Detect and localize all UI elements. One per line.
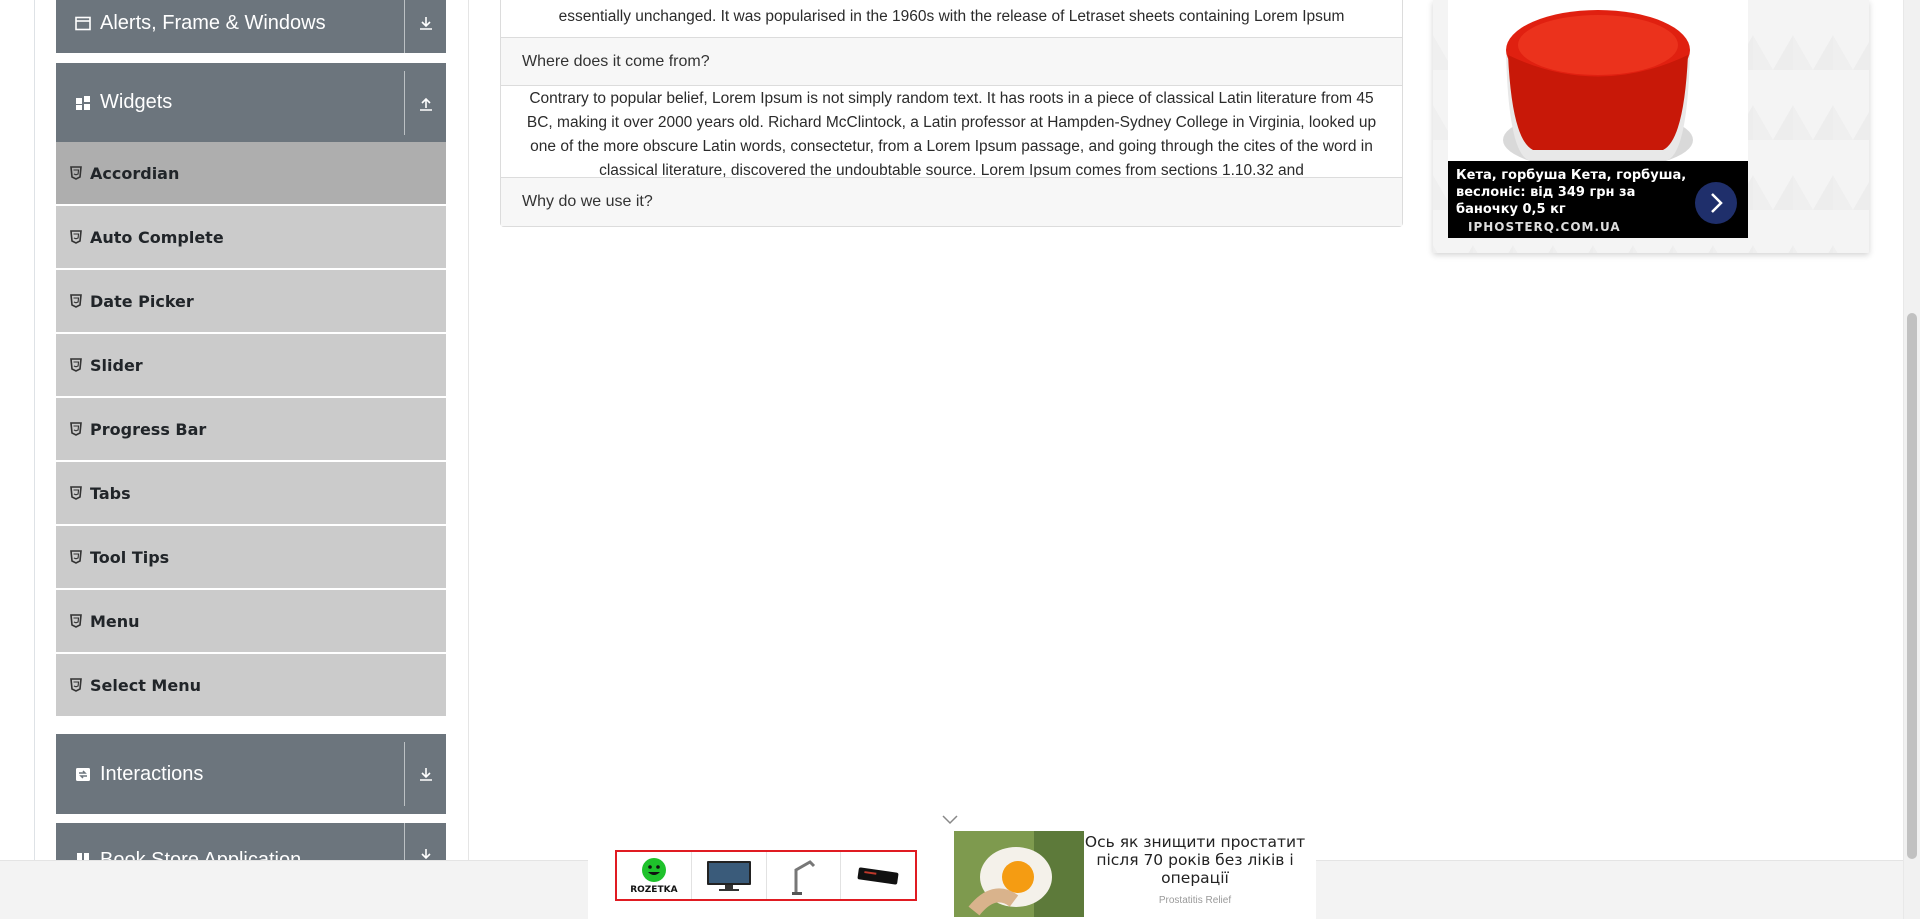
sidebar-item-label: Slider	[90, 355, 143, 375]
sidebar-item-tool-tips[interactable]: Tool Tips	[56, 526, 446, 588]
sidebar-left-border	[34, 0, 35, 860]
sidebar-item-label: Tabs	[90, 483, 131, 503]
upload-arrow-icon[interactable]	[404, 70, 446, 135]
sidebar-item-tabs[interactable]: Tabs	[56, 462, 446, 524]
accordion-heading-label: Where does it come from?	[522, 52, 710, 70]
accordion-section2-body: Contrary to popular belief, Lorem Ipsum …	[501, 86, 1402, 177]
sidebar-item-label: Auto Complete	[90, 227, 224, 247]
html5-icon	[70, 550, 82, 564]
sidebar-item-date-picker[interactable]: Date Picker	[56, 270, 446, 332]
advertisement-card[interactable]: Кета, горбуша Кета, горбуша, веслоніс: в…	[1433, 0, 1869, 253]
html5-icon	[70, 614, 82, 628]
accordion-section1-text: essentially unchanged. It was popularise…	[558, 8, 1345, 25]
memory-module-image	[841, 852, 915, 899]
sidebar-item-label: Tool Tips	[90, 547, 170, 567]
group-alerts-frame-windows[interactable]: Alerts, Frame & Windows	[56, 0, 446, 53]
html5-icon	[70, 422, 82, 436]
rozetka-smiley-icon	[641, 858, 666, 882]
sidebar-item-label: Accordian	[90, 163, 180, 183]
html5-icon	[70, 486, 82, 500]
html5-icon	[70, 230, 82, 244]
download-arrow-icon[interactable]	[404, 0, 446, 53]
sidebar-item-select-menu[interactable]: Select Menu	[56, 654, 446, 716]
chevron-down-icon[interactable]	[940, 813, 960, 827]
download-arrow-icon[interactable]	[404, 742, 446, 806]
sidebar-item-label: Date Picker	[90, 291, 194, 311]
group-label: Widgets	[100, 91, 173, 113]
ad-source: Prostatitis Relief	[1158, 895, 1232, 906]
sidebar-right-border	[468, 0, 469, 860]
monitor-image	[692, 852, 767, 899]
interactions-icon	[74, 765, 92, 783]
group-interactions[interactable]: Interactions	[56, 734, 446, 814]
sidebar-item-label: Menu	[90, 611, 140, 631]
group-label: Alerts, Frame & Windows	[100, 11, 326, 34]
ad-headline[interactable]: Ось як знищити простатит після 70 років …	[1084, 833, 1306, 887]
html5-icon	[70, 678, 82, 692]
window-icon	[74, 14, 92, 32]
group-widgets[interactable]: Widgets	[56, 63, 446, 142]
sidebar-item-slider[interactable]: Slider	[56, 334, 446, 396]
sidebar-item-label: Progress Bar	[90, 419, 207, 439]
ad-domain: IPHOSTERQ.COM.UA	[1468, 220, 1621, 234]
group-label: Interactions	[100, 762, 204, 785]
accordion-section3-heading[interactable]: Why do we use it?	[501, 177, 1402, 226]
accordion-heading-label: Why do we use it?	[522, 193, 653, 210]
rozetka-logo-cell: ROZETKA	[617, 852, 692, 899]
sidebar-item-menu[interactable]: Menu	[56, 590, 446, 652]
sidebar-item-progress-bar[interactable]: Progress Bar	[56, 398, 446, 460]
accordion-section2-heading[interactable]: Where does it come from?	[501, 37, 1402, 86]
accordion-section2-text: Contrary to popular belief, Lorem Ipsum …	[526, 90, 1377, 177]
rozetka-logo-text: ROZETKA	[630, 885, 678, 895]
sidebar-item-accordian[interactable]: Accordian	[56, 142, 446, 204]
page-scrollbar[interactable]	[1903, 0, 1920, 919]
html5-icon	[70, 358, 82, 372]
sidebar-item-label: Select Menu	[90, 675, 201, 695]
widgets-grid-icon	[74, 94, 92, 112]
rozetka-ad-banner[interactable]: ROZETKA	[615, 850, 917, 901]
accordion-section1-body: essentially unchanged. It was popularise…	[501, 5, 1402, 37]
chevron-right-icon[interactable]	[1695, 182, 1737, 224]
html5-icon	[70, 294, 82, 308]
egg-ad-image[interactable]	[954, 831, 1084, 917]
html5-icon	[70, 166, 82, 180]
ad-caption-text: Кета, горбуша Кета, горбуша, веслоніс: в…	[1456, 168, 1687, 217]
accordion: essentially unchanged. It was popularise…	[500, 0, 1403, 227]
monitor-arm-image	[767, 852, 842, 899]
sidebar-item-auto-complete[interactable]: Auto Complete	[56, 206, 446, 268]
scrollbar-thumb[interactable]	[1907, 313, 1917, 859]
